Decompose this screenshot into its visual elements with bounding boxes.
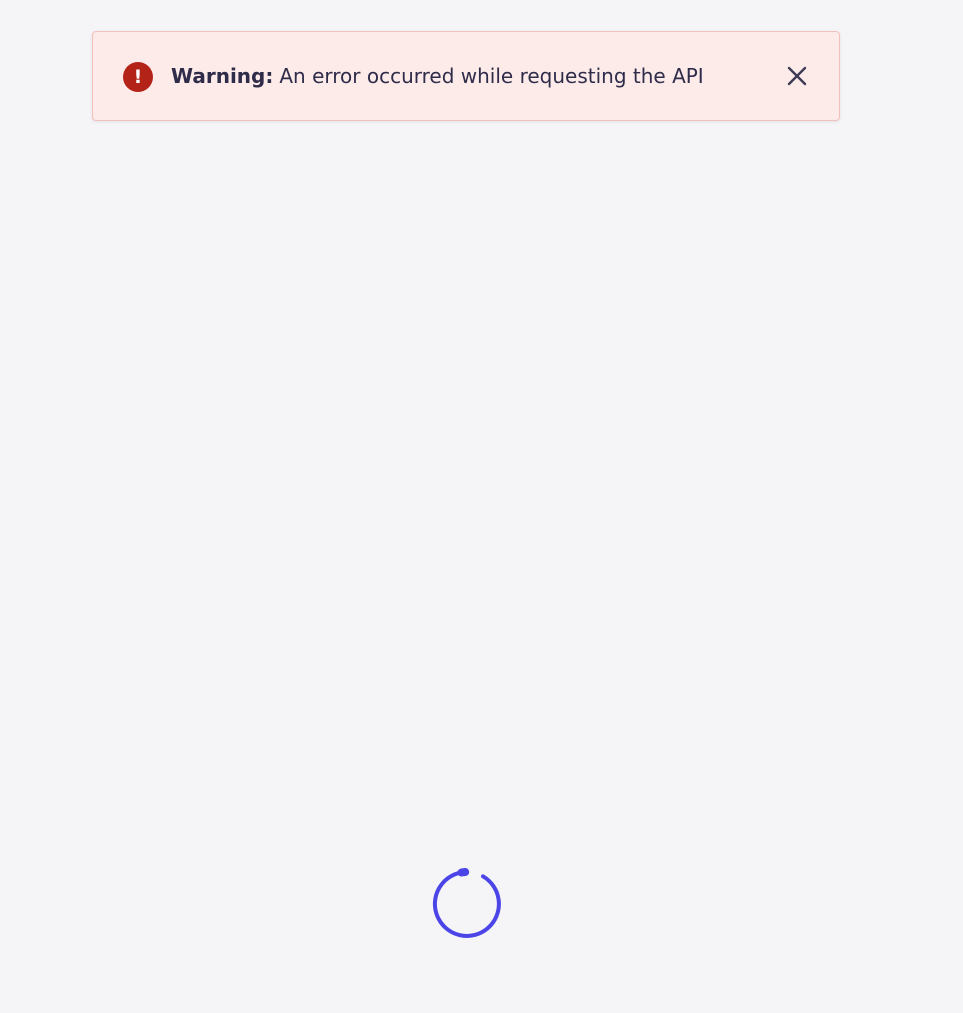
loading-spinner-icon (432, 868, 501, 938)
alert-message: An error occurred while requesting the A… (279, 64, 704, 88)
error-alert: ! Warning: An error occurred while reque… (92, 31, 840, 121)
close-alert-button[interactable] (785, 64, 809, 88)
alert-title: Warning: (171, 64, 274, 88)
alert-text: Warning: An error occurred while request… (171, 32, 704, 120)
close-icon (787, 66, 807, 86)
exclamation-circle-icon: ! (123, 62, 153, 92)
page: ! Warning: An error occurred while reque… (0, 0, 963, 1013)
